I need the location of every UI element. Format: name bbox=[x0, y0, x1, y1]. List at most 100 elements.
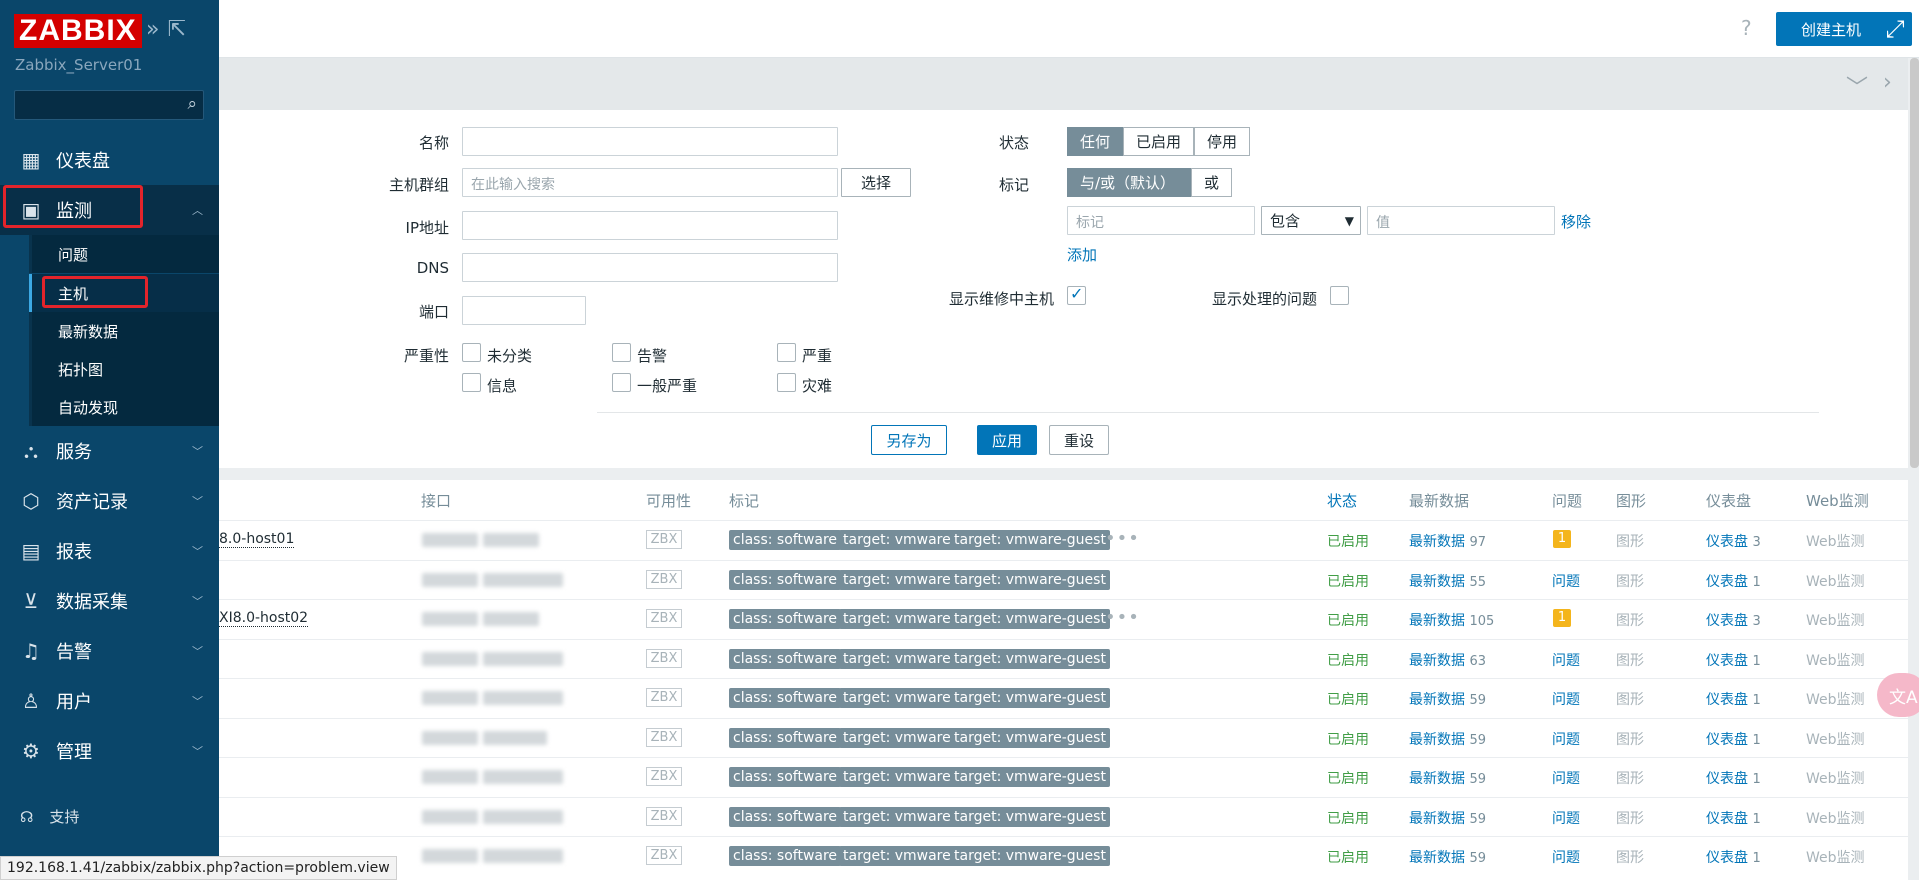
tag-chip[interactable]: target: vmware bbox=[839, 688, 955, 708]
status-enabled[interactable]: 已启用 bbox=[1327, 768, 1369, 788]
dns-input[interactable] bbox=[462, 253, 838, 282]
status-enabled[interactable]: 已启用 bbox=[1327, 610, 1369, 630]
menu-administration[interactable]: ⚙ 管理 ﹀ bbox=[0, 726, 219, 776]
remove-tag-link[interactable]: 移除 bbox=[1561, 211, 1591, 232]
tag-chip[interactable]: class: software bbox=[729, 688, 842, 708]
more-tags-icon[interactable]: ••• bbox=[1105, 528, 1140, 549]
latest-data-link[interactable]: 最新数据 59 bbox=[1409, 768, 1486, 788]
tag-chip[interactable]: class: software bbox=[729, 767, 842, 787]
dashboards-link[interactable]: 仪表盘 1 bbox=[1706, 729, 1761, 749]
apply-button[interactable]: 应用 bbox=[977, 425, 1037, 455]
tag-chip[interactable]: class: software bbox=[729, 530, 842, 550]
tag-name-input[interactable]: 标记 bbox=[1067, 206, 1255, 235]
column-interface[interactable]: 接口 bbox=[421, 490, 451, 511]
dashboards-link[interactable]: 仪表盘 1 bbox=[1706, 768, 1761, 788]
menu-users[interactable]: ♙ 用户 ﹀ bbox=[0, 676, 219, 726]
tag-chip[interactable]: class: software bbox=[729, 609, 842, 629]
status-enabled[interactable]: 已启用 bbox=[1327, 650, 1369, 670]
search-icon[interactable]: ⌕ bbox=[187, 94, 197, 114]
tag-chip[interactable]: class: software bbox=[729, 806, 842, 827]
tag-chip[interactable]: class: software bbox=[729, 727, 842, 748]
latest-data-link[interactable]: 最新数据 97 bbox=[1409, 531, 1486, 551]
problems-link[interactable]: 问题 bbox=[1552, 847, 1580, 867]
submenu-discovery[interactable]: 自动发现 bbox=[29, 388, 219, 426]
problems-link[interactable]: 问题 bbox=[1552, 571, 1580, 591]
dashboards-link[interactable]: 仪表盘 1 bbox=[1706, 650, 1761, 670]
create-host-button[interactable]: 创建主机 bbox=[1776, 12, 1886, 46]
chevron-down-icon[interactable]: ﹀ bbox=[1846, 70, 1868, 102]
status-disabled-option[interactable]: 停用 bbox=[1194, 127, 1251, 156]
latest-data-link[interactable]: 最新数据 63 bbox=[1409, 650, 1486, 670]
problems-link[interactable]: 问题 bbox=[1552, 650, 1580, 670]
menu-services[interactable]: ⛬ 服务 ﹀ bbox=[0, 426, 219, 476]
problems-link[interactable]: 问题 bbox=[1552, 768, 1580, 788]
add-tag-link[interactable]: 添加 bbox=[1067, 244, 1097, 265]
tag-chip[interactable]: class: software bbox=[729, 846, 842, 866]
problem-count-badge[interactable]: 1 bbox=[1553, 530, 1571, 548]
latest-data-link[interactable]: 最新数据 105 bbox=[1409, 610, 1494, 630]
hostgroup-input[interactable]: 在此输入搜索 bbox=[462, 168, 838, 197]
page-scrollbar[interactable] bbox=[1910, 58, 1919, 468]
submenu-latest-data[interactable]: 最新数据 bbox=[29, 312, 219, 350]
problems-link[interactable]: 问题 bbox=[1552, 729, 1580, 749]
tag-operator-select[interactable]: 包含 ▼ bbox=[1261, 206, 1361, 235]
latest-data-link[interactable]: 最新数据 55 bbox=[1409, 571, 1486, 591]
status-enabled[interactable]: 已启用 bbox=[1327, 571, 1369, 591]
dashboards-link[interactable]: 仪表盘 1 bbox=[1706, 689, 1761, 709]
tag-chip[interactable]: target: vmware bbox=[839, 767, 955, 787]
severity-checkbox[interactable] bbox=[462, 373, 481, 392]
tag-chip[interactable]: target: vmware bbox=[839, 648, 955, 669]
status-enabled-option[interactable]: 已启用 bbox=[1123, 127, 1195, 156]
save-as-button[interactable]: 另存为 bbox=[871, 425, 947, 455]
tag-chip[interactable]: target: vmware bbox=[839, 846, 955, 866]
status-enabled[interactable]: 已启用 bbox=[1327, 531, 1369, 551]
tag-chip[interactable]: class: software bbox=[729, 648, 842, 669]
latest-data-link[interactable]: 最新数据 59 bbox=[1409, 808, 1486, 828]
name-input[interactable] bbox=[462, 127, 838, 156]
tags-andor-option[interactable]: 与/或（默认） bbox=[1067, 168, 1191, 197]
dashboards-link[interactable]: 仪表盘 1 bbox=[1706, 571, 1761, 591]
help-icon[interactable]: ? bbox=[1741, 16, 1752, 40]
severity-checkbox[interactable] bbox=[777, 373, 796, 392]
tag-chip[interactable]: target: vmware-guest bbox=[950, 609, 1110, 629]
chevron-right-icon[interactable]: › bbox=[1883, 70, 1892, 95]
latest-data-link[interactable]: 最新数据 59 bbox=[1409, 847, 1486, 867]
tag-value-input[interactable]: 值 bbox=[1367, 206, 1555, 235]
tag-chip[interactable]: target: vmware-guest bbox=[950, 688, 1110, 708]
host-name-link[interactable]: 8.0-host01 bbox=[219, 531, 295, 548]
tag-chip[interactable]: target: vmware bbox=[839, 609, 955, 629]
menu-dashboard[interactable]: ▦ 仪表盘 bbox=[0, 135, 219, 185]
submenu-problems[interactable]: 问题 bbox=[29, 235, 219, 273]
tag-chip[interactable]: target: vmware bbox=[839, 727, 955, 748]
fullscreen-icon[interactable]: ⤢ bbox=[1878, 12, 1912, 46]
status-enabled[interactable]: 已启用 bbox=[1327, 729, 1369, 749]
tag-chip[interactable]: target: vmware-guest bbox=[950, 530, 1110, 550]
tag-chip[interactable]: target: vmware-guest bbox=[950, 806, 1110, 827]
dashboards-link[interactable]: 仪表盘 1 bbox=[1706, 808, 1761, 828]
dashboards-link[interactable]: 仪表盘 3 bbox=[1706, 610, 1761, 630]
latest-data-link[interactable]: 最新数据 59 bbox=[1409, 689, 1486, 709]
select-button[interactable]: 选择 bbox=[841, 168, 911, 197]
host-name-link[interactable]: XI8.0-host02 bbox=[219, 610, 309, 627]
translate-icon[interactable]: 文A bbox=[1877, 673, 1919, 717]
sidebar-search-input[interactable]: ⌕ bbox=[14, 90, 204, 120]
status-any-option[interactable]: 任何 bbox=[1067, 127, 1124, 156]
zabbix-logo[interactable]: ZABBIX bbox=[14, 14, 142, 48]
tag-chip[interactable]: target: vmware bbox=[839, 806, 955, 827]
reset-button[interactable]: 重设 bbox=[1049, 425, 1109, 455]
severity-checkbox[interactable] bbox=[777, 343, 796, 362]
tag-chip[interactable]: target: vmware-guest bbox=[950, 648, 1110, 669]
show-suppressed-checkbox[interactable] bbox=[1330, 286, 1349, 305]
menu-alerts[interactable]: ♫ 告警 ﹀ bbox=[0, 626, 219, 676]
menu-data-collection[interactable]: ⊻ 数据采集 ﹀ bbox=[0, 576, 219, 626]
status-enabled[interactable]: 已启用 bbox=[1327, 847, 1369, 867]
dashboards-link[interactable]: 仪表盘 3 bbox=[1706, 531, 1761, 551]
tag-chip[interactable]: target: vmware-guest bbox=[950, 767, 1110, 787]
port-input[interactable] bbox=[462, 296, 586, 325]
tag-chip[interactable]: class: software bbox=[729, 569, 842, 590]
status-enabled[interactable]: 已启用 bbox=[1327, 808, 1369, 828]
severity-checkbox[interactable] bbox=[612, 343, 631, 362]
tag-chip[interactable]: target: vmware-guest bbox=[950, 727, 1110, 748]
sidebar-collapse-icons[interactable]: »⇱ bbox=[146, 17, 194, 42]
tags-or-option[interactable]: 或 bbox=[1191, 168, 1233, 197]
